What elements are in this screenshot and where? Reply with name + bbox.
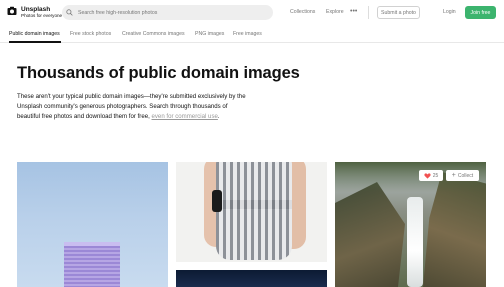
photo-dress [216, 162, 292, 260]
collect-button[interactable]: + Collect [446, 170, 479, 181]
like-button[interactable]: 25 [419, 170, 443, 181]
photo-dress-belt [216, 200, 292, 209]
photo-purple-building[interactable] [17, 162, 168, 287]
commercial-use-link[interactable]: even for commercial use [152, 113, 218, 120]
active-tab-indicator [9, 41, 61, 43]
search-input[interactable] [78, 5, 268, 20]
page-title: Thousands of public domain images [17, 64, 300, 82]
tab-png-images[interactable]: PNG images [195, 31, 224, 37]
plus-icon: + [451, 172, 456, 179]
collect-label: Collect [457, 172, 474, 179]
top-navbar: Unsplash Photos for everyone Collections… [0, 0, 504, 26]
search-bar[interactable] [62, 5, 273, 20]
tab-creative-commons-images[interactable]: Creative Commons images [122, 31, 185, 37]
photo-cliff-left [335, 182, 405, 287]
nav-explore-link[interactable]: Explore [326, 9, 344, 15]
photo-striped-dress[interactable] [176, 162, 327, 262]
nav-collections-link[interactable]: Collections [290, 9, 315, 15]
nav-divider [368, 6, 369, 19]
login-link[interactable]: Login [443, 9, 456, 15]
photo-bag [212, 190, 222, 212]
photo-waterfall-stream [407, 197, 423, 287]
building-facade [64, 246, 120, 287]
submit-photo-button[interactable]: Submit a photo [377, 6, 420, 19]
hero-description: These aren't your typical public domain … [17, 92, 249, 122]
brand[interactable]: Unsplash Photos for everyone [21, 6, 62, 19]
camera-logo-icon[interactable] [7, 6, 17, 16]
join-free-button[interactable]: Join free [465, 6, 496, 19]
more-options-icon[interactable]: ••• [350, 8, 362, 16]
brand-name: Unsplash [21, 6, 51, 13]
tab-free-stock-photos[interactable]: Free stock photos [70, 31, 111, 37]
heart-icon [424, 172, 431, 179]
photo-night-sky[interactable] [176, 270, 327, 287]
tab-free-images[interactable]: Free images [233, 31, 262, 37]
brand-tagline: Photos for everyone [21, 13, 63, 18]
tab-public-domain-images[interactable]: Public domain images [9, 31, 60, 37]
category-tabs: Public domain images Free stock photos C… [0, 26, 504, 43]
like-count: 25 [432, 172, 439, 179]
hero-description-period: . [217, 113, 220, 120]
search-icon [66, 9, 73, 16]
